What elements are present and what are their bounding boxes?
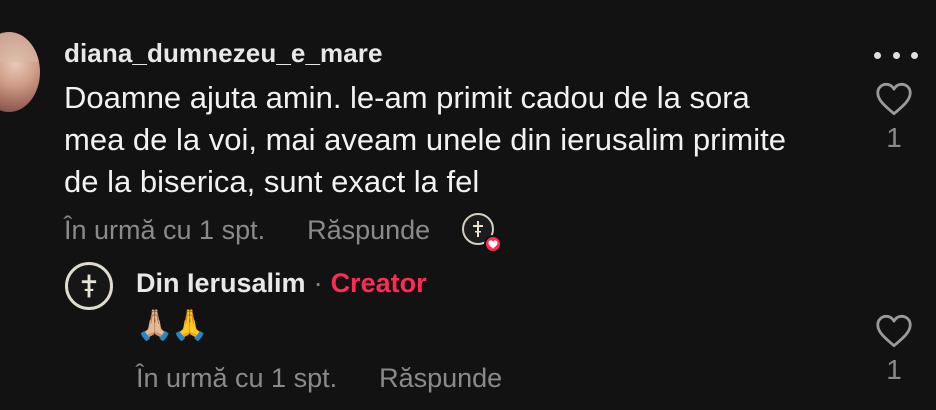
- reply-text: 🙏🏼🙏: [136, 309, 209, 342]
- cross-icon: [81, 274, 97, 298]
- creator-badge: Creator: [330, 268, 427, 298]
- reply-timestamp: În urmă cu 1 spt.: [136, 362, 338, 393]
- reply-header: Din Ierusalim · Creator: [136, 268, 427, 299]
- more-icon: [874, 51, 881, 59]
- reply-button[interactable]: Răspunde: [379, 363, 502, 394]
- reply-avatar[interactable]: [65, 262, 113, 310]
- heart-outline-icon[interactable]: [875, 314, 913, 348]
- like-count: 1: [886, 354, 902, 385]
- avatar[interactable]: [0, 32, 40, 112]
- like-count: 1: [886, 122, 902, 153]
- reply-author[interactable]: Din Ierusalim: [136, 268, 306, 299]
- comment-thread: diana_dumnezeu_e_mare Doamne ajuta amin.…: [0, 0, 936, 410]
- comment-meta: În urmă cu 1 spt. Răspunde: [64, 212, 503, 253]
- heart-outline-icon[interactable]: [875, 82, 913, 116]
- cross-icon: [473, 221, 484, 237]
- reply-meta: În urmă cu 1 spt. Răspunde: [136, 360, 502, 396]
- comment-text: Doamne ajuta amin. le-am primit cadou de…: [64, 80, 786, 199]
- separator: ·: [313, 268, 323, 298]
- heart-icon: [484, 235, 503, 253]
- comment-username[interactable]: diana_dumnezeu_e_mare: [64, 38, 383, 69]
- more-options-button[interactable]: [874, 44, 918, 66]
- reply-button[interactable]: Răspunde: [307, 215, 430, 246]
- reply-like[interactable]: 1: [870, 314, 918, 386]
- creator-liked-indicator: [462, 213, 503, 253]
- comment-like[interactable]: 1: [870, 82, 918, 154]
- comment-timestamp: În urmă cu 1 spt.: [64, 214, 266, 245]
